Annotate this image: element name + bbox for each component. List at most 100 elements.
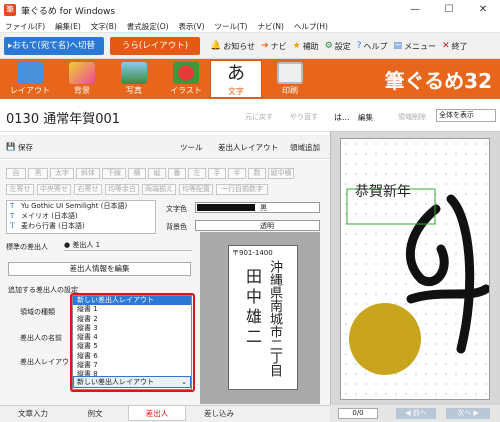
align-button[interactable]: 右寄せ [74,184,102,195]
bg-color-select[interactable]: 透明 [195,220,320,231]
settings-link[interactable]: 設定 [335,41,351,52]
menu-tool[interactable]: ツール(T) [215,21,248,32]
style-button[interactable]: 自 [6,168,26,179]
tab-example[interactable]: 例文 [70,406,120,421]
zoom-select[interactable]: 全体を表示 [436,109,496,122]
style-button[interactable]: 縦 [148,168,166,179]
prev-label: 前へ [412,409,427,417]
font-item[interactable]: T 麦わら行書 (日本語) [7,221,155,231]
menu-format[interactable]: 書式設定(O) [127,21,169,32]
next-page-button[interactable]: 次へ ▶ [446,408,490,419]
menu-navi[interactable]: ナビ(N) [257,21,283,32]
text-color-value: 黒 [260,204,267,212]
undo-button[interactable]: 元に戻す [245,112,273,122]
tab-text-input[interactable]: 文章入力 [8,406,58,421]
close-button[interactable]: ✕ [466,0,500,20]
preview-footer: 0/0 ◀ 前へ 次へ ▶ [330,405,500,422]
style-button[interactable]: 斜体 [76,168,100,179]
tab-merge[interactable]: 差し込み [192,406,246,421]
redo-button[interactable]: やり直す [290,112,318,122]
align-button[interactable]: 両端揃え [142,184,176,195]
layout-side-button[interactable]: うら(レイアウト) [110,37,200,55]
menu-edit[interactable]: 編集(E) [55,21,81,32]
save-button[interactable]: 保存 [18,142,33,153]
tab-illustration[interactable]: イラスト [160,60,212,98]
style-button[interactable]: 半 [228,168,246,179]
tool-row [0,135,330,159]
sender-preview-card: 〒901-1400 沖縄県南城市二丁目 田中雄二 [228,245,298,390]
style-button[interactable]: 縦中横 [268,168,294,179]
align-button[interactable]: 中央寄せ [37,184,71,195]
font-type-icon: T [10,202,15,210]
menu-help[interactable]: ヘルプ(H) [294,21,328,32]
navi-icon: ➔ [261,41,269,51]
tab-illustration-label: イラスト [170,86,202,95]
gear-icon: ⚙ [324,41,333,51]
window-title: 筆ぐるめ for Windows [21,6,116,17]
photo-icon [121,62,147,84]
toolbar-links: 🔔 お知らせ ➔ ナビ ★ 補助 ⚙ 設定 ? ヘルプ ▤ メニュー ✕ 終了 [210,38,468,54]
next-label: 次へ [457,409,472,417]
card-preview: 恭賀新年 [340,138,491,400]
notice-link[interactable]: お知らせ [223,41,255,52]
menu-text[interactable]: 文字(B) [91,21,117,32]
navi-link[interactable]: ナビ [271,41,287,52]
style-button[interactable]: 番 [168,168,186,179]
tab-layout[interactable]: レイアウト [4,60,56,98]
exit-link[interactable]: 終了 [452,41,468,52]
style-button[interactable]: 左 [188,168,206,179]
align-button[interactable]: 均等余白 [105,184,139,195]
preview-name: 田中雄二 [243,268,262,348]
font-item-label: メイリオ (日本語) [21,212,78,220]
align-button[interactable]: 均等配置 [179,184,213,195]
font-item[interactable]: T メイリオ (日本語) [7,211,155,221]
card-artwork [343,141,491,397]
align-button[interactable]: 左寄せ [6,184,34,195]
sender-layout-label: 差出人レイアウト [20,358,76,366]
tab-text[interactable]: あ 文字 [210,60,262,98]
edit-menu[interactable]: 編集 [358,112,373,123]
main-menu-link[interactable]: メニュー [404,41,436,52]
document-name: 0130 通常年賀001 [6,112,121,127]
menu-view[interactable]: 表示(V) [179,21,205,32]
prev-icon: ◀ [405,409,413,417]
help-link[interactable]: ヘルプ [364,41,388,52]
bg-color-value: 透明 [260,222,274,230]
prev-page-button[interactable]: ◀ 前へ [396,408,436,419]
style-button[interactable]: 数 [248,168,266,179]
style-button[interactable]: 太字 [50,168,74,179]
font-list[interactable]: T Yu Gothic UI Semilight (日本語) T メイリオ (日本語… [6,200,156,234]
tab-print[interactable]: 印刷 [264,60,316,98]
menu-bar: ファイル(F) 編集(E) 文字(B) 書式設定(O) 表示(V) ツール(T)… [0,20,500,33]
align-button[interactable]: 一行目揃数字 [216,184,268,195]
add-area-button[interactable]: 領域追加 [290,142,320,153]
maximize-button[interactable]: ☐ [432,0,466,20]
sender-name-label: 差出人の名前 [20,334,62,342]
tab-background[interactable]: 背景 [56,60,108,98]
text-color-select[interactable]: 黒 [195,202,320,213]
tab-photo[interactable]: 写真 [108,60,160,98]
standard-sender-value: 差出人 1 [72,241,101,249]
preview-postal-code: 〒901-1400 [232,249,273,257]
assist-link[interactable]: 補助 [303,41,319,52]
illustration-icon [173,62,199,84]
gold-sun-circle [349,303,421,375]
sender-layout-menu[interactable]: 差出人レイアウト [218,142,278,153]
switch-to-address-button[interactable]: ▸おもて(宛て名)へ切替 [4,37,104,55]
tab-sender[interactable]: 差出人 [128,406,186,421]
style-button[interactable]: 手 [208,168,226,179]
area-delete-button[interactable]: 領域削除 [398,112,426,122]
edit-sender-info-button[interactable]: 差出人情報を編集 [8,262,191,276]
standard-sender-select[interactable]: ● 差出人 1 [64,240,192,251]
tool-menu[interactable]: ツール [180,142,203,153]
standard-sender-label: 標準の差出人 [6,243,48,251]
style-button[interactable]: 黒 [28,168,48,179]
minimize-button[interactable]: — [398,0,432,20]
font-item[interactable]: T Yu Gothic UI Semilight (日本語) [7,201,155,211]
style-button[interactable]: 横 [128,168,146,179]
preview-address: 沖縄県南城市二丁目 [267,260,282,377]
menu-file[interactable]: ファイル(F) [5,21,45,32]
save-icon: 💾 [6,142,16,151]
style-button[interactable]: 下線 [102,168,126,179]
brand-logo: 筆ぐるめ32 [384,69,492,93]
